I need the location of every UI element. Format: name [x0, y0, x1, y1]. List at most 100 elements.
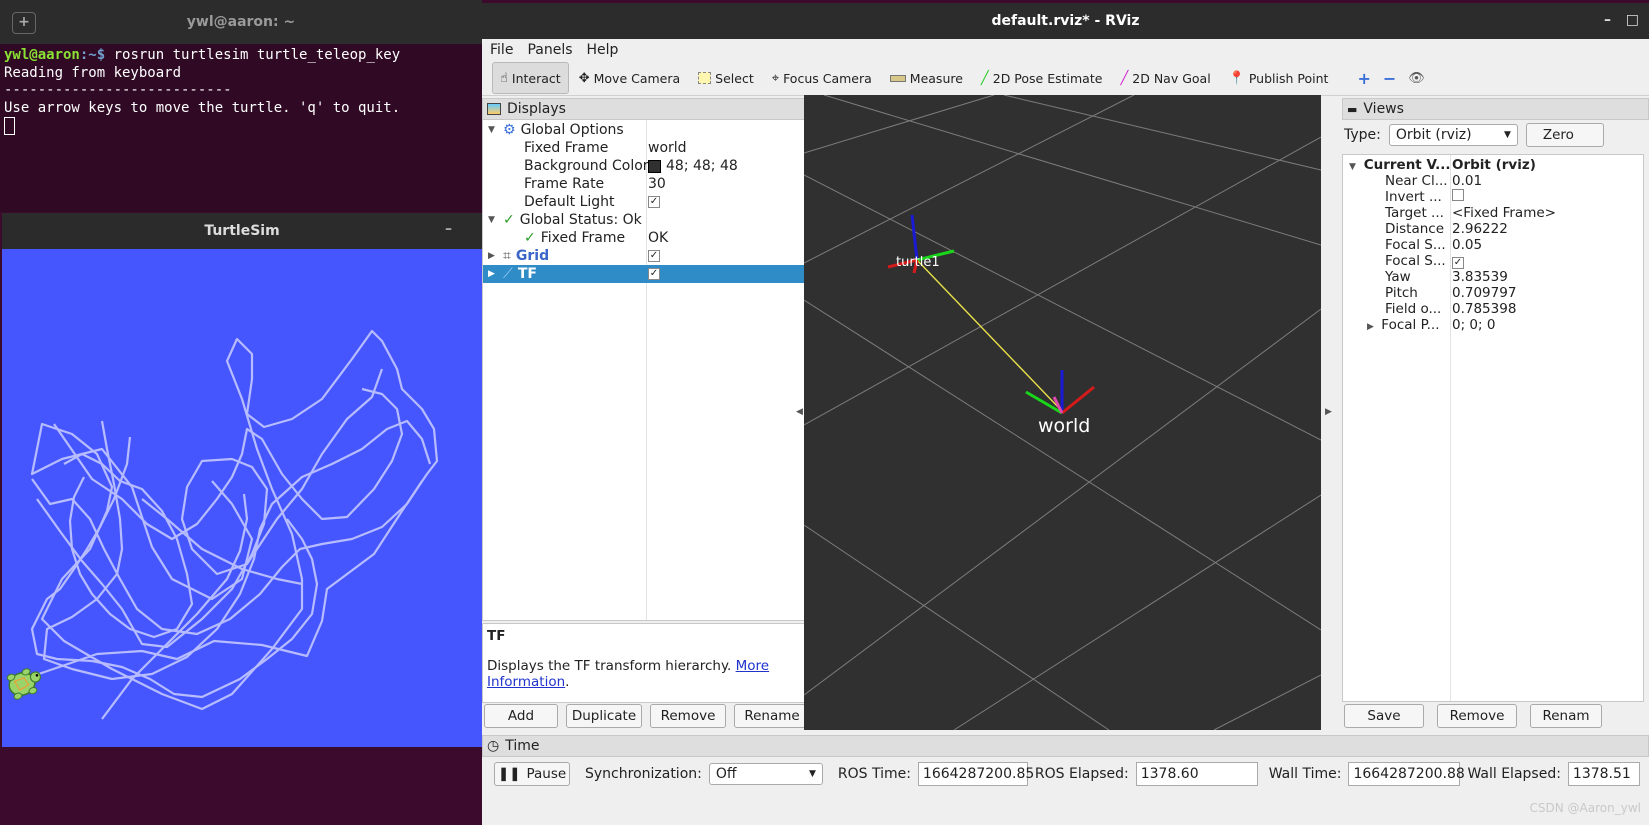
view-prop-value[interactable]: 0.785398	[1452, 301, 1516, 317]
maximize-icon[interactable]: □	[1626, 12, 1639, 28]
turtlesim-window[interactable]: TurtleSim –	[2, 213, 482, 747]
view-prop-key: Target ...	[1385, 205, 1444, 221]
menu-file[interactable]: File	[490, 42, 513, 58]
grid-label: Grid	[515, 248, 550, 264]
view-prop-value[interactable]: 0.01	[1452, 173, 1482, 189]
3d-scene-svg: turtle1 world	[804, 95, 1321, 730]
tree-row-global-options[interactable]: ▼ ⚙ Global Options	[483, 121, 824, 139]
terminal-window[interactable]: + ywl@aaron: ~ ywl@aaron:~$ rosrun turtl…	[0, 0, 482, 212]
ros-elapsed-label: ROS Elapsed:	[1034, 766, 1129, 782]
menu-panels[interactable]: Panels	[527, 42, 572, 58]
view-prop-key: Focal S...	[1385, 253, 1446, 269]
view-prop-value[interactable]: 0.05	[1452, 237, 1482, 253]
view-prop-row[interactable]: Near Cl... 0.01	[1343, 173, 1643, 189]
displays-tree[interactable]: ▼ ⚙ Global Options Fixed Frame world Backg…	[482, 119, 825, 621]
select-button[interactable]: Select	[690, 62, 762, 94]
invert-checkbox[interactable]	[1452, 189, 1464, 201]
terminal-command: rosrun turtlesim turtle_teleop_key	[105, 47, 401, 63]
view-type-select[interactable]: Orbit (rviz) ▼	[1388, 124, 1518, 146]
view-prop-value[interactable]: 3.83539	[1452, 269, 1508, 285]
pause-button[interactable]: ❚❚ Pause	[494, 762, 570, 786]
expand-right-icon[interactable]: ▶	[1367, 322, 1377, 332]
save-button[interactable]: Save	[1344, 704, 1424, 728]
view-prop-row[interactable]: Field o... 0.785398	[1343, 301, 1643, 317]
grid-checkbox[interactable]: ✓	[648, 250, 660, 262]
expand-right-icon[interactable]: ▶	[488, 269, 498, 279]
type-label: Type:	[1344, 127, 1381, 143]
color-swatch[interactable]	[648, 159, 661, 173]
view-prop-row[interactable]: Invert ...	[1343, 189, 1643, 205]
view-prop-row[interactable]: Pitch 0.709797	[1343, 285, 1643, 301]
view-prop-row[interactable]: ▼ Current V... Orbit (rviz)	[1343, 157, 1643, 173]
remove-button[interactable]: Remove	[650, 704, 726, 728]
view-prop-value[interactable]: 0.709797	[1452, 285, 1516, 301]
terminal-output[interactable]: ywl@aaron:~$ rosrun turtlesim turtle_tel…	[0, 44, 482, 139]
wall-time-field[interactable]: 1664287200.88	[1348, 762, 1465, 786]
ros-elapsed-field[interactable]: 1378.60	[1135, 762, 1258, 786]
publish-point-button[interactable]: 📍 Publish Point	[1221, 62, 1337, 94]
interact-button[interactable]: ☝ Interact	[492, 62, 569, 94]
expand-down-icon[interactable]: ▼	[488, 125, 498, 135]
3d-view[interactable]: turtle1 world	[804, 95, 1321, 730]
pause-icon: ❚❚	[497, 766, 521, 782]
turtle-canvas	[2, 249, 482, 747]
add-tool-icon[interactable]: +	[1352, 62, 1375, 94]
turtle-trail	[42, 419, 432, 681]
fixed-frame-value[interactable]: world	[648, 140, 687, 156]
view-prop-value[interactable]: <Fixed Frame>	[1452, 205, 1556, 221]
tree-row-background-color[interactable]: Background Color 48; 48; 48	[483, 157, 824, 175]
view-prop-row[interactable]: Distance 2.96222	[1343, 221, 1643, 237]
remove-tool-icon[interactable]: −	[1378, 62, 1401, 94]
collapse-left-icon[interactable]: ◀	[796, 407, 803, 417]
tf-checkbox[interactable]: ✓	[648, 268, 660, 280]
add-button[interactable]: Add	[484, 704, 558, 728]
frame-rate-value[interactable]: 30	[648, 176, 666, 192]
collapse-right-icon[interactable]: ▶	[1325, 407, 1332, 417]
pose-estimate-button[interactable]: ╱ 2D Pose Estimate	[973, 62, 1111, 94]
tree-row-global-status[interactable]: ▼ ✓ Global Status: Ok	[483, 211, 824, 229]
tree-row-default-light[interactable]: Default Light ✓	[483, 193, 824, 211]
tree-row-fixed-frame[interactable]: Fixed Frame world	[483, 139, 824, 157]
minimize-icon[interactable]: –	[1604, 12, 1611, 28]
minimize-icon[interactable]: –	[445, 221, 452, 237]
new-tab-icon[interactable]: +	[12, 12, 36, 34]
more-information-link[interactable]: More	[736, 658, 769, 674]
view-prop-row[interactable]: Focal S... ✓	[1343, 253, 1643, 269]
view-prop-key: Yaw	[1385, 269, 1411, 285]
eye-icon[interactable]: 👁	[1403, 62, 1430, 94]
nav-goal-button[interactable]: ╱ 2D Nav Goal	[1112, 62, 1218, 94]
tree-row-frame-rate[interactable]: Frame Rate 30	[483, 175, 824, 193]
focal-shape-checkbox[interactable]: ✓	[1452, 257, 1464, 269]
view-prop-value[interactable]: 0; 0; 0	[1452, 317, 1495, 333]
expand-down-icon[interactable]: ▼	[1349, 162, 1359, 172]
wall-elapsed-field[interactable]: 1378.51	[1567, 762, 1640, 786]
view-prop-row[interactable]: Target ... <Fixed Frame>	[1343, 205, 1643, 221]
view-prop-value[interactable]: 2.96222	[1452, 221, 1508, 237]
focus-camera-button[interactable]: ⌖ Focus Camera	[764, 62, 880, 94]
default-light-checkbox[interactable]: ✓	[648, 196, 660, 208]
background-color-value[interactable]: 48; 48; 48	[666, 158, 738, 174]
tree-row-grid[interactable]: ▶ ⌗ Grid ✓	[483, 247, 824, 265]
grid-icon: ⌗	[503, 248, 511, 264]
ros-time-field[interactable]: 1664287200.85	[917, 762, 1034, 786]
view-prop-row[interactable]: Yaw 3.83539	[1343, 269, 1643, 285]
zero-button[interactable]: Zero	[1525, 123, 1604, 147]
tree-row-status-fixed-frame[interactable]: ✓ Fixed Frame OK	[483, 229, 824, 247]
expand-down-icon[interactable]: ▼	[488, 215, 498, 225]
view-prop-row[interactable]: ▶ Focal P... 0; 0; 0	[1343, 317, 1643, 333]
tree-row-tf[interactable]: ▶ ⟋ TF ✓	[483, 265, 824, 283]
move-camera-button[interactable]: ✥ Move Camera	[571, 62, 688, 94]
measure-button[interactable]: Measure	[882, 62, 971, 94]
rename-view-button[interactable]: Renam	[1530, 704, 1602, 728]
displays-title: Displays	[507, 101, 566, 117]
duplicate-button[interactable]: Duplicate	[566, 704, 642, 728]
remove-view-button[interactable]: Remove	[1437, 704, 1517, 728]
views-tree[interactable]: ▼ Current V... Orbit (rviz) Near Cl... 0.0…	[1342, 154, 1644, 702]
view-prop-row[interactable]: Focal S... 0.05	[1343, 237, 1643, 253]
menu-help[interactable]: Help	[587, 42, 619, 58]
rename-button[interactable]: Rename	[734, 704, 810, 728]
rviz-window[interactable]: default.rviz* - RViz – □ File Panels Hel…	[482, 3, 1649, 825]
sync-select[interactable]: Off ▼	[708, 763, 823, 785]
expand-right-icon[interactable]: ▶	[488, 251, 498, 261]
more-information-link[interactable]: Information	[487, 674, 565, 690]
